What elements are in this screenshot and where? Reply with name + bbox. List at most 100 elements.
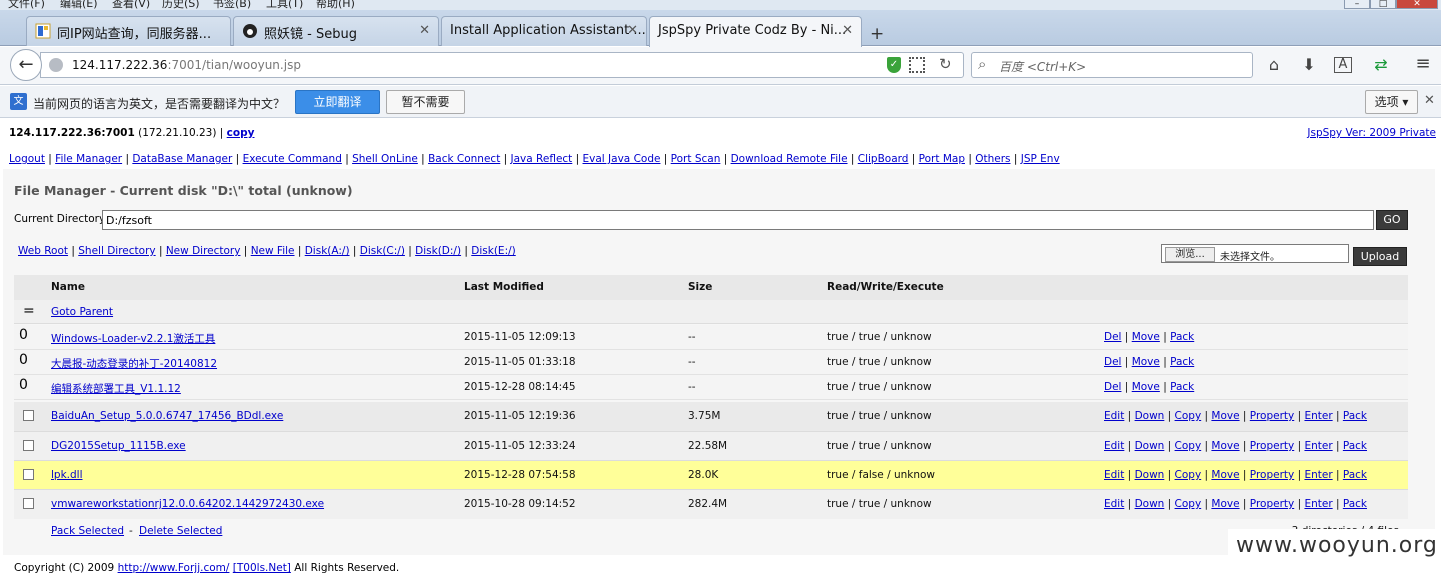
directory-name-link[interactable]: Windows-Loader-v2.2.1激活工具 [51, 331, 215, 346]
down-action-link[interactable]: Down [1135, 440, 1165, 452]
close-tab-icon[interactable]: ✕ [627, 23, 638, 38]
file-name-link[interactable]: vmwareworkstationrj12.0.0.64202.14429724… [51, 498, 324, 510]
go-button[interactable]: GO [1376, 210, 1408, 230]
version-link[interactable]: JspSpy Ver: 2009 Private [1307, 127, 1436, 139]
file-name-link[interactable]: lpk.dll [51, 469, 83, 481]
copy-action-link[interactable]: Copy [1175, 410, 1202, 422]
tab-sebug[interactable]: 照妖镜 - Sebug ✕ [233, 16, 439, 46]
move-action-link[interactable]: Move [1211, 410, 1239, 422]
reload-icon[interactable]: ↻ [939, 55, 952, 73]
edit-action-link[interactable]: Edit [1104, 440, 1124, 452]
menu-bookmarks[interactable]: 书签(B) [213, 0, 251, 10]
close-tab-icon[interactable]: ✕ [842, 23, 853, 38]
nav-link-database-manager[interactable]: DataBase Manager [132, 153, 232, 165]
browse-button[interactable]: 浏览... [1165, 247, 1215, 262]
copy-action-link[interactable]: Copy [1175, 498, 1202, 510]
edit-action-link[interactable]: Edit [1104, 469, 1124, 481]
menu-help[interactable]: 帮助(H) [316, 0, 355, 10]
back-button[interactable]: ← [10, 49, 42, 81]
pack-action-link[interactable]: Pack [1170, 381, 1194, 393]
pack-action-link[interactable]: Pack [1170, 356, 1194, 368]
nav-link-back-connect[interactable]: Back Connect [428, 153, 500, 165]
shield-icon[interactable]: ✓ [887, 57, 901, 73]
close-tab-icon[interactable]: ✕ [419, 23, 430, 38]
nav-link-eval-java-code[interactable]: Eval Java Code [583, 153, 661, 165]
del-action-link[interactable]: Del [1104, 356, 1121, 368]
qr-code-icon[interactable] [909, 57, 925, 73]
nav-link-port-scan[interactable]: Port Scan [671, 153, 721, 165]
nav-link-shell-online[interactable]: Shell OnLine [352, 153, 418, 165]
menu-history[interactable]: 历史(S) [162, 0, 200, 10]
shortcut-link-shell-directory[interactable]: Shell Directory [78, 245, 155, 257]
pack-action-link[interactable]: Pack [1343, 410, 1367, 422]
shortcut-link-disk-a[interactable]: Disk(A:/) [305, 245, 350, 257]
file-name-link[interactable]: DG2015Setup_1115B.exe [51, 440, 186, 452]
maximize-button[interactable]: □ [1370, 0, 1396, 9]
directory-name-link[interactable]: 编辑系统部署工具_V1.1.12 [51, 381, 181, 396]
menu-hamburger-icon[interactable]: ≡ [1412, 53, 1434, 74]
copy-action-link[interactable]: Copy [1175, 469, 1202, 481]
file-chooser[interactable]: 浏览... 未选择文件。 [1161, 244, 1349, 263]
edit-action-link[interactable]: Edit [1104, 410, 1124, 422]
goto-parent-link[interactable]: Goto Parent [51, 306, 113, 318]
file-name-link[interactable]: BaiduAn_Setup_5.0.0.6747_17456_BDdl.exe [51, 410, 283, 422]
tab-jspspy[interactable]: JspSpy Private Codz By - Ni... ✕ [649, 16, 862, 47]
shortcut-link-web-root[interactable]: Web Root [18, 245, 68, 257]
download-icon[interactable]: ⬇ [1298, 55, 1320, 74]
upload-button[interactable]: Upload [1353, 247, 1407, 266]
menu-view[interactable]: 查看(V) [112, 0, 150, 10]
sync-arrows-icon[interactable]: ⇄ [1370, 55, 1392, 74]
search-box[interactable]: ⌕ 百度 <Ctrl+K> [971, 52, 1253, 78]
tab-ip-query[interactable]: 同IP网站查询，同服务器... [26, 16, 231, 46]
t00ls-link[interactable]: [T00ls.Net] [233, 562, 291, 574]
move-action-link[interactable]: Move [1211, 498, 1239, 510]
move-action-link[interactable]: Move [1211, 440, 1239, 452]
file-select-checkbox[interactable] [23, 498, 34, 509]
enter-action-link[interactable]: Enter [1304, 469, 1332, 481]
pack-action-link[interactable]: Pack [1343, 498, 1367, 510]
nav-link-java-reflect[interactable]: Java Reflect [511, 153, 573, 165]
address-bar[interactable]: 124.117.222.36:7001/tian/wooyun.jsp ✓ ↻ [40, 52, 964, 78]
pack-action-link[interactable]: Pack [1170, 331, 1194, 343]
property-action-link[interactable]: Property [1250, 440, 1294, 452]
new-tab-icon[interactable]: + [870, 24, 884, 44]
minimize-button[interactable]: – [1344, 0, 1370, 9]
file-select-checkbox[interactable] [23, 469, 34, 480]
close-icon[interactable]: ✕ [1424, 93, 1435, 108]
delete-selected-link[interactable]: Delete Selected [139, 525, 222, 537]
home-icon[interactable]: ⌂ [1263, 55, 1285, 74]
property-action-link[interactable]: Property [1250, 498, 1294, 510]
enter-action-link[interactable]: Enter [1304, 440, 1332, 452]
enter-action-link[interactable]: Enter [1304, 410, 1332, 422]
move-action-link[interactable]: Move [1132, 381, 1160, 393]
nav-link-execute-command[interactable]: Execute Command [243, 153, 342, 165]
menu-tools[interactable]: 工具(T) [266, 0, 303, 10]
nav-link-jsp-env[interactable]: JSP Env [1021, 153, 1060, 165]
nav-link-clipboard[interactable]: ClipBoard [858, 153, 909, 165]
down-action-link[interactable]: Down [1135, 410, 1165, 422]
shortcut-link-new-file[interactable]: New File [251, 245, 295, 257]
directory-name-link[interactable]: 大晨报-动态登录的补丁-20140812 [51, 356, 217, 371]
menu-file[interactable]: 文件(F) [8, 0, 45, 10]
down-action-link[interactable]: Down [1135, 469, 1165, 481]
tab-install-assistant[interactable]: Install Application Assistant ... ✕ [441, 16, 647, 46]
move-action-link[interactable]: Move [1211, 469, 1239, 481]
nav-link-download-remote-file[interactable]: Download Remote File [731, 153, 848, 165]
property-action-link[interactable]: Property [1250, 410, 1294, 422]
shortcut-link-disk-d[interactable]: Disk(D:/) [415, 245, 461, 257]
pack-action-link[interactable]: Pack [1343, 440, 1367, 452]
file-select-checkbox[interactable] [23, 440, 34, 451]
edit-action-link[interactable]: Edit [1104, 498, 1124, 510]
down-action-link[interactable]: Down [1135, 498, 1165, 510]
url-text[interactable]: 124.117.222.36:7001/tian/wooyun.jsp [72, 58, 301, 72]
nav-link-others[interactable]: Others [975, 153, 1010, 165]
del-action-link[interactable]: Del [1104, 331, 1121, 343]
move-action-link[interactable]: Move [1132, 331, 1160, 343]
nav-link-logout[interactable]: Logout [9, 153, 45, 165]
property-action-link[interactable]: Property [1250, 469, 1294, 481]
shortcut-link-disk-e[interactable]: Disk(E:/) [471, 245, 515, 257]
del-action-link[interactable]: Del [1104, 381, 1121, 393]
file-select-checkbox[interactable] [23, 410, 34, 421]
not-now-button[interactable]: 暂不需要 [386, 90, 465, 114]
pack-action-link[interactable]: Pack [1343, 469, 1367, 481]
